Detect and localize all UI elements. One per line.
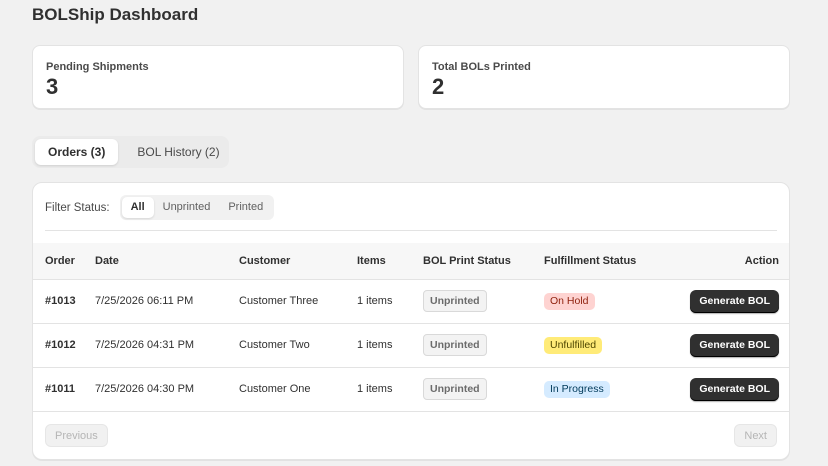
fulfillment-status-badge: Unfulfilled [544,336,603,354]
stat-value: 3 [46,74,59,99]
order-number[interactable]: #1011 [33,367,95,412]
filter-label: Filter Status: [45,201,110,214]
column-header-fulfillment[interactable]: Fulfillment Status [544,243,664,280]
page-title: BOLShip Dashboard [32,5,199,24]
stat-label: Total BOLs Printed [432,61,531,73]
column-header-order[interactable]: Order [33,243,95,280]
column-header-print-status[interactable]: BOL Print Status [423,243,544,280]
fulfillment-status-badge: In Progress [544,380,610,398]
filter-segmented-control: All Unprinted Printed [119,195,275,220]
item-count: 1 items [357,323,423,368]
print-status-badge: Unprinted [423,290,487,312]
order-date: 7/25/2026 04:30 PM [95,367,239,412]
orders-table: Order Date Customer Items BOL Print Stat… [33,243,789,412]
table-row[interactable]: #1013 7/25/2026 06:11 PM Customer Three … [33,279,789,324]
column-header-customer[interactable]: Customer [239,243,357,280]
column-header-items[interactable]: Items [357,243,423,280]
order-date: 7/25/2026 04:31 PM [95,323,239,368]
stat-value: 2 [432,74,445,99]
stat-label: Pending Shipments [46,61,149,73]
item-count: 1 items [357,279,423,324]
generate-bol-button[interactable]: Generate BOL [690,333,779,357]
customer-name: Customer One [239,367,357,412]
order-number[interactable]: #1013 [33,279,95,324]
orders-panel: Filter Status: All Unprinted Printed Ord… [32,182,790,460]
print-status-badge: Unprinted [423,334,487,356]
filter-unprinted-button[interactable]: Unprinted [154,197,220,218]
column-header-action: Action [664,243,789,280]
divider [45,230,777,231]
order-date: 7/25/2026 06:11 PM [95,279,239,324]
table-row[interactable]: #1012 7/25/2026 04:31 PM Customer Two 1 … [33,323,789,368]
column-header-date[interactable]: Date [95,243,239,280]
tab-bol-history[interactable]: BOL History (2) [124,139,232,165]
item-count: 1 items [357,367,423,412]
customer-name: Customer Two [239,323,357,368]
table-header-row: Order Date Customer Items BOL Print Stat… [33,243,789,280]
stat-card-printed: Total BOLs Printed 2 [418,45,790,109]
table-row[interactable]: #1011 7/25/2026 04:30 PM Customer One 1 … [33,367,789,412]
tab-orders[interactable]: Orders (3) [35,139,119,165]
filter-all-button[interactable]: All [121,197,154,218]
tab-bar: Orders (3) BOL History (2) [32,136,229,168]
order-number[interactable]: #1012 [33,323,95,368]
filter-printed-button[interactable]: Printed [219,197,272,218]
customer-name: Customer Three [239,279,357,324]
next-page-button[interactable]: Next [734,424,777,447]
filter-row: Filter Status: All Unprinted Printed [45,195,275,220]
fulfillment-status-badge: On Hold [544,292,595,310]
generate-bol-button[interactable]: Generate BOL [690,289,779,313]
print-status-badge: Unprinted [423,378,487,400]
previous-page-button[interactable]: Previous [45,424,108,447]
generate-bol-button[interactable]: Generate BOL [690,377,779,401]
stat-card-pending: Pending Shipments 3 [32,45,404,109]
